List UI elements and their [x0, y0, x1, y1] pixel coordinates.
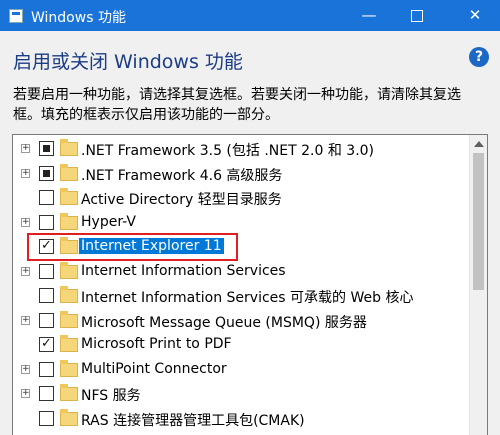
feature-label: Internet Information Services 可承载的 Web 核… — [81, 290, 414, 306]
feature-checkbox[interactable] — [39, 288, 54, 303]
help-icon[interactable]: ? — [469, 47, 489, 67]
feature-row[interactable]: + NFS 服务 — [13, 382, 469, 406]
feature-tree[interactable]: RAS 连接管理器管理工具包(CMAK) + NFS 服务 + MultiPoint C… — [12, 134, 488, 435]
feature-row[interactable]: + MultiPoint Connector — [13, 358, 469, 382]
feature-label: NFS 服务 — [81, 388, 141, 404]
expand-icon[interactable]: + — [21, 168, 30, 178]
description: 若要启用一种功能，请选择其复选框。若要关闭一种功能，请清除其复选 框。填充的框表… — [13, 85, 489, 125]
feature-checkbox[interactable] — [39, 214, 54, 230]
feature-label: RAS 连接管理器管理工具包(CMAK) — [81, 412, 305, 429]
expand-icon[interactable]: + — [21, 217, 30, 227]
feature-row[interactable]: + Internet Information Services — [13, 260, 469, 284]
folder-icon — [60, 335, 78, 352]
feature-checkbox[interactable] — [39, 386, 54, 401]
folder-icon — [60, 310, 78, 328]
minimize-button[interactable]: — — [346, 0, 392, 31]
expand-icon[interactable]: + — [21, 266, 30, 276]
maximize-icon — [411, 9, 423, 22]
folder-icon — [60, 212, 78, 230]
close-button[interactable]: ✕ — [452, 0, 498, 31]
feature-label: Microsoft Message Queue (MSMQ) 服务器 — [81, 314, 367, 331]
folder-icon — [60, 408, 78, 426]
folder-icon — [60, 188, 78, 205]
annotation-highlight — [27, 233, 238, 261]
title-bar: Windows 功能 — ✕ — [0, 0, 500, 31]
feature-checkbox[interactable] — [39, 165, 54, 181]
expand-icon[interactable]: + — [21, 144, 30, 153]
feature-label: .NET Framework 4.6 高级服务 — [81, 167, 283, 184]
expand-icon[interactable]: + — [21, 364, 30, 374]
folder-icon — [60, 384, 78, 401]
folder-icon — [60, 261, 78, 279]
windows-features-icon — [9, 9, 23, 23]
description-line: 若要启用一种功能，请选择其复选框。若要关闭一种功能，请清除其复选 — [13, 87, 461, 103]
feature-checkbox[interactable] — [39, 410, 54, 426]
feature-row[interactable]: + .NET Framework 4.6 高级服务 — [13, 162, 469, 186]
feature-row[interactable]: RAS 连接管理器管理工具包(CMAK) — [13, 407, 469, 431]
feature-label: Internet Information Services — [81, 262, 286, 279]
folder-icon — [60, 359, 78, 377]
description-line: 框。填充的框表示仅启用该功能的一部分。 — [13, 107, 279, 123]
feature-row[interactable]: Active Directory 轻型目录服务 — [13, 186, 469, 210]
feature-checkbox[interactable] — [39, 263, 54, 279]
feature-checkbox[interactable] — [39, 361, 54, 377]
feature-checkbox[interactable] — [39, 336, 54, 352]
vertical-scrollbar[interactable] — [469, 135, 487, 435]
feature-checkbox[interactable] — [39, 190, 54, 205]
scroll-thumb[interactable] — [473, 153, 484, 290]
expand-icon[interactable]: + — [21, 315, 30, 325]
folder-icon — [60, 286, 78, 303]
feature-label: MultiPoint Connector — [81, 360, 227, 377]
scroll-up-icon[interactable] — [474, 141, 484, 147]
window-title: Windows 功能 — [31, 10, 126, 26]
expand-icon[interactable]: + — [21, 389, 30, 398]
maximize-button[interactable] — [394, 0, 440, 31]
feature-label: Microsoft Print to PDF — [81, 336, 232, 352]
feature-label: Active Directory 轻型目录服务 — [81, 192, 282, 208]
feature-checkbox[interactable] — [39, 141, 54, 156]
feature-label: .NET Framework 3.5 (包括 .NET 2.0 和 3.0) — [81, 143, 375, 159]
folder-icon — [60, 139, 78, 156]
feature-row[interactable]: + Hyper-V — [13, 211, 469, 235]
feature-row[interactable]: + .NET Framework 3.5 (包括 .NET 2.0 和 3.0) — [13, 137, 469, 161]
folder-icon — [60, 163, 78, 181]
feature-row[interactable]: Microsoft Print to PDF — [13, 333, 469, 357]
feature-label: Hyper-V — [81, 213, 136, 230]
feature-checkbox[interactable] — [39, 312, 54, 328]
feature-row[interactable]: + Microsoft Message Queue (MSMQ) 服务器 — [13, 309, 469, 333]
feature-row[interactable]: Internet Information Services 可承载的 Web 核… — [13, 284, 469, 308]
page-title: 启用或关闭 Windows 功能 — [13, 51, 243, 73]
